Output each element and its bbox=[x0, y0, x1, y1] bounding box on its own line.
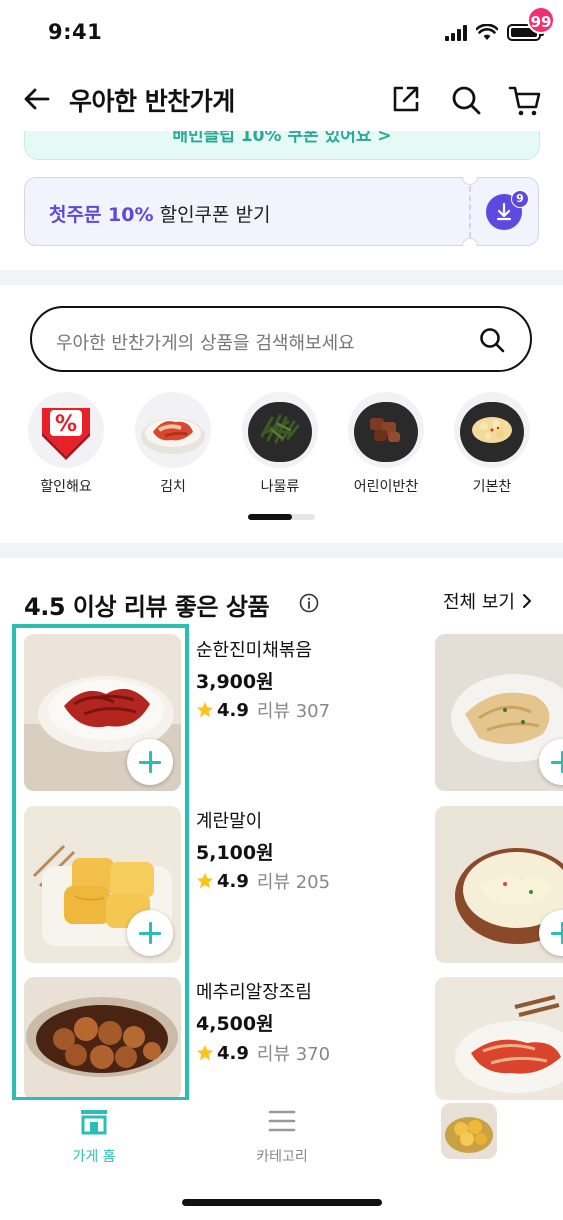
coupon-count-badge: 9 bbox=[511, 190, 529, 208]
category-label: 기본찬 bbox=[472, 479, 512, 495]
see-all-label: 전체 보기 bbox=[443, 592, 515, 613]
cart-icon[interactable] bbox=[508, 83, 542, 117]
store-icon bbox=[81, 1110, 107, 1135]
store-search-input[interactable]: 우아한 반찬가게의 상품을 검색해보세요 bbox=[30, 306, 532, 372]
product-rating: 4.9 리뷰 307 bbox=[196, 697, 330, 723]
coupon-highlight: 첫주문 10% bbox=[49, 204, 154, 226]
first-order-coupon[interactable]: 첫주문 10% 할인쿠폰 받기 9 bbox=[24, 177, 539, 246]
rating-score: 4.9 bbox=[217, 699, 249, 721]
coupon-text: 첫주문 10% 할인쿠폰 받기 bbox=[49, 200, 271, 227]
product-name[interactable]: 순한진미채볶음 bbox=[196, 636, 312, 662]
svg-text:%: % bbox=[55, 412, 77, 437]
product-price: 5,100원 bbox=[196, 842, 274, 864]
app-header: 우아한 반찬가게 bbox=[0, 66, 563, 132]
rating-score: 4.9 bbox=[217, 1042, 249, 1064]
review-count: 리뷰 370 bbox=[256, 1044, 331, 1065]
discount-icon: % bbox=[28, 392, 104, 468]
category-item-kimchi[interactable]: 김치 bbox=[134, 392, 212, 496]
kimchi-image bbox=[135, 392, 211, 468]
section-divider bbox=[0, 270, 563, 285]
category-label: 어린이반찬 bbox=[353, 479, 419, 495]
status-icons bbox=[445, 24, 544, 41]
review-count: 리뷰 307 bbox=[256, 701, 331, 722]
category-pager bbox=[248, 514, 315, 520]
status-time: 9:41 bbox=[48, 20, 103, 44]
product-image[interactable] bbox=[435, 977, 563, 1100]
wifi-icon bbox=[476, 24, 498, 40]
coupon-label: 할인쿠폰 받기 bbox=[153, 204, 271, 226]
coupon-divider bbox=[469, 186, 471, 238]
home-indicator bbox=[182, 1199, 382, 1206]
product-price: 4,500원 bbox=[196, 1013, 274, 1035]
category-label: 할인해요 bbox=[40, 479, 92, 495]
star-icon bbox=[196, 701, 214, 718]
section-divider bbox=[0, 543, 563, 558]
status-bar: 9:41 bbox=[0, 0, 563, 66]
product-rating: 4.9 리뷰 370 bbox=[196, 1040, 330, 1066]
category-item-basic[interactable]: 기본찬 bbox=[453, 392, 531, 496]
signal-icon bbox=[445, 24, 467, 41]
see-all-link[interactable]: 전체 보기 bbox=[443, 588, 533, 614]
category-label: 나물류 bbox=[260, 479, 300, 495]
star-icon bbox=[196, 872, 214, 889]
category-item-namul[interactable]: 나물류 bbox=[241, 392, 319, 496]
search-icon[interactable] bbox=[450, 84, 482, 116]
page-title: 우아한 반찬가게 bbox=[69, 87, 235, 116]
review-count: 리뷰 205 bbox=[256, 872, 331, 893]
product-name[interactable]: 메추리알장조림 bbox=[196, 978, 312, 1004]
product-name[interactable]: 계란말이 bbox=[196, 807, 262, 833]
category-item-kids[interactable]: 어린이반찬 bbox=[347, 392, 425, 496]
basic-dish-image bbox=[454, 392, 530, 468]
rating-score: 4.9 bbox=[217, 870, 249, 892]
coupon-notch bbox=[462, 177, 478, 185]
tab-label: 카테고리 bbox=[256, 1149, 308, 1165]
search-icon[interactable] bbox=[478, 326, 506, 354]
product-rating: 4.9 리뷰 205 bbox=[196, 868, 330, 894]
chevron-right-icon bbox=[522, 594, 531, 608]
share-icon[interactable] bbox=[391, 84, 421, 114]
cart-count-badge: 99 bbox=[527, 6, 555, 34]
recent-product-thumbnail[interactable] bbox=[441, 1103, 497, 1159]
back-arrow-icon[interactable] bbox=[22, 84, 52, 114]
namul-image bbox=[242, 392, 318, 468]
product-price: 3,900원 bbox=[196, 671, 274, 693]
tab-store-home[interactable]: 가게 홈 bbox=[34, 1106, 154, 1166]
menu-icon bbox=[268, 1110, 296, 1132]
kids-dish-image bbox=[348, 392, 424, 468]
category-item-discount[interactable]: % 할인해요 bbox=[27, 392, 105, 496]
tab-label: 가게 홈 bbox=[72, 1149, 116, 1165]
info-icon[interactable] bbox=[298, 592, 320, 614]
tab-category[interactable]: 카테고리 bbox=[222, 1106, 342, 1166]
star-icon bbox=[196, 1044, 214, 1061]
section-title: 4.5 이상 리뷰 좋은 상품 bbox=[24, 593, 270, 621]
category-label: 김치 bbox=[160, 479, 186, 495]
highlight-frame bbox=[12, 624, 189, 1101]
search-placeholder: 우아한 반찬가게의 상품을 검색해보세요 bbox=[56, 333, 355, 354]
coupon-notch bbox=[462, 238, 478, 246]
